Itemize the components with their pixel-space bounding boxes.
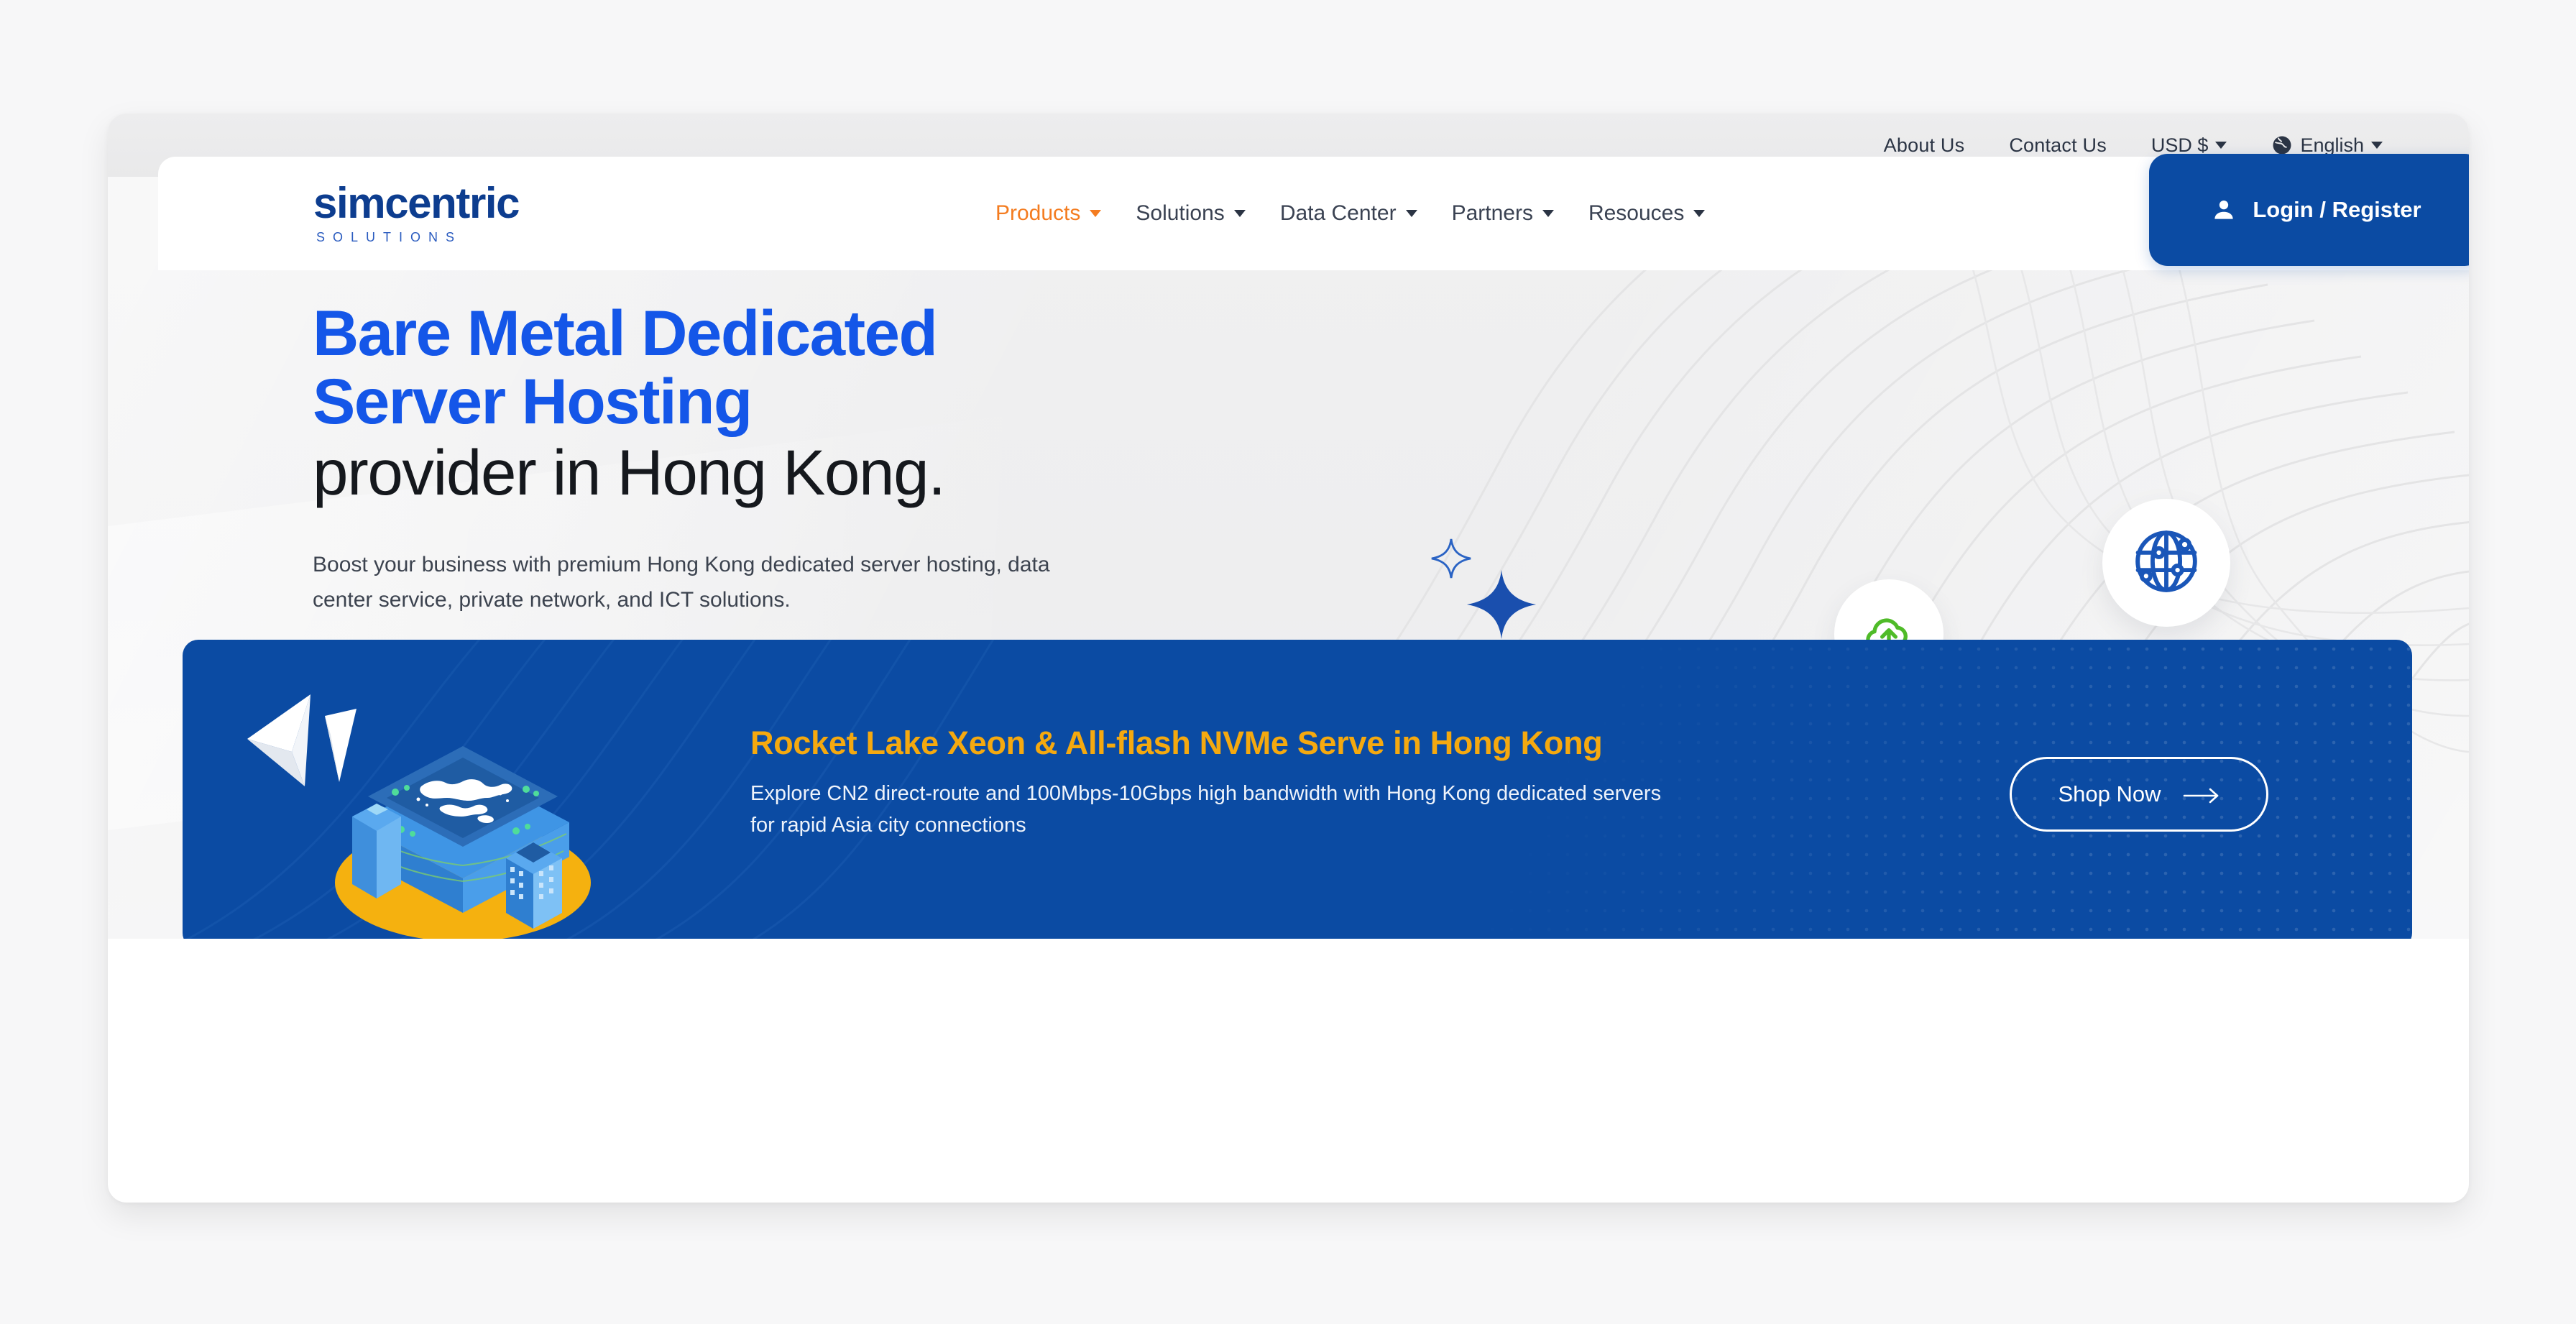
main-navigation: Products Solutions Data Center Partners …	[995, 201, 1706, 226]
hong-kong-isometric-illustration	[247, 694, 591, 939]
login-register-label: Login / Register	[2253, 197, 2421, 222]
site-header: simcentric SOLUTIONS Products Solutions …	[158, 157, 2469, 270]
nav-item-partners[interactable]: Partners	[1452, 201, 1554, 226]
nav-label-data-center: Data Center	[1279, 201, 1397, 225]
globe-network-icon	[2129, 524, 2204, 602]
hero-subtext: Boost your business with premium Hong Ko…	[313, 548, 1348, 617]
nav-item-data-center[interactable]: Data Center	[1280, 201, 1417, 226]
promo-text-block: Rocket Lake Xeon & All-flash NVMe Serve …	[750, 725, 2015, 841]
nav-label-partners: Partners	[1451, 201, 1533, 225]
contact-us-link[interactable]: Contact Us	[2009, 134, 2107, 157]
shop-now-label: Shop Now	[2058, 781, 2161, 806]
nav-label-products: Products	[995, 201, 1081, 225]
chevron-down-icon	[1542, 210, 1554, 217]
globe-network-icon-bubble[interactable]	[2102, 499, 2230, 627]
logo-tagline: SOLUTIONS	[316, 230, 463, 244]
nav-item-resouces[interactable]: Resouces	[1588, 201, 1706, 226]
page-card: About Us Contact Us USD $ English Bare M…	[108, 114, 2469, 1203]
promo-banner: Rocket Lake Xeon & All-flash NVMe Serve …	[183, 640, 2412, 939]
chevron-down-icon	[1693, 210, 1706, 217]
chevron-down-icon	[1405, 210, 1417, 217]
globe-icon	[2271, 134, 2293, 156]
logo-wordmark: simcentric	[313, 179, 520, 227]
promo-description-line2: for rapid Asia city connections	[750, 814, 1026, 837]
nav-item-products[interactable]: Products	[995, 201, 1102, 226]
hero-heading-line2: Server Hosting	[313, 365, 753, 438]
hero-heading-line3: provider in Hong Kong.	[313, 436, 946, 509]
sparkle-solid-icon	[1462, 565, 1541, 648]
nav-label-solutions: Solutions	[1136, 201, 1225, 225]
chevron-down-icon	[2215, 142, 2227, 149]
language-selector[interactable]: English	[2271, 134, 2383, 157]
hero-subtext-line1: Boost your business with premium Hong Ko…	[313, 553, 1050, 577]
currency-label: USD $	[2150, 134, 2209, 156]
about-us-link[interactable]: About Us	[1884, 134, 1965, 157]
currency-selector[interactable]: USD $	[2151, 134, 2227, 157]
chevron-down-icon	[1233, 210, 1246, 217]
promo-description-line1: Explore CN2 direct-route and 100Mbps-10G…	[750, 782, 1662, 805]
arrow-right-icon	[2183, 785, 2220, 804]
hero-section: Bare Metal Dedicated Server Hosting prov…	[108, 177, 2469, 939]
nav-label-resouces: Resouces	[1588, 201, 1685, 225]
chevron-down-icon	[1090, 210, 1102, 217]
hero-heading-line1: Bare Metal Dedicated	[313, 297, 938, 369]
nav-item-solutions[interactable]: Solutions	[1136, 201, 1246, 226]
shop-now-button[interactable]: Shop Now	[2010, 757, 2268, 832]
promo-title: Rocket Lake Xeon & All-flash NVMe Serve …	[750, 725, 1603, 761]
login-register-button[interactable]: Login / Register	[2149, 154, 2469, 266]
hero-subtext-line2: center service, private network, and ICT…	[313, 587, 791, 612]
promo-description: Explore CN2 direct-route and 100Mbps-10G…	[750, 778, 2015, 841]
person-icon	[2211, 197, 2237, 223]
language-label: English	[2300, 134, 2364, 156]
chevron-down-icon	[2371, 142, 2383, 149]
logo[interactable]: simcentric SOLUTIONS	[313, 179, 520, 245]
